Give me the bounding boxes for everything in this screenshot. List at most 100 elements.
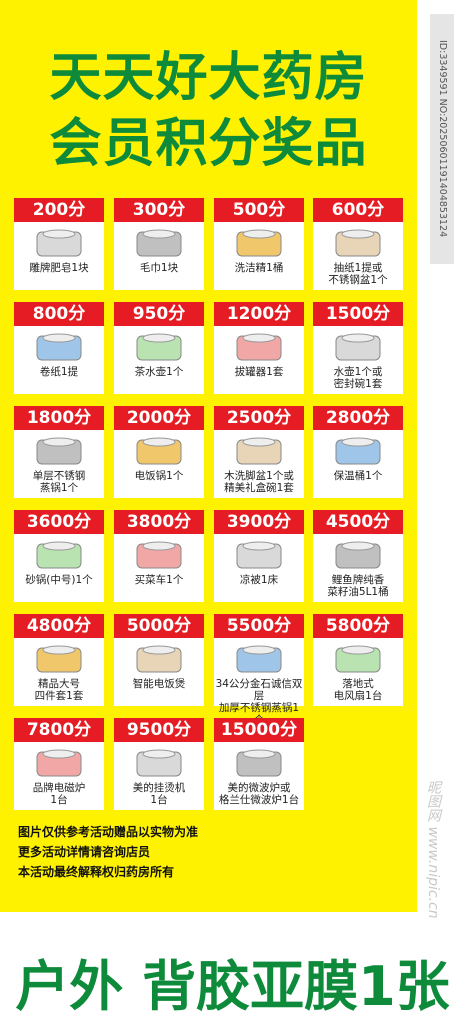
- prize-name: 茶水壶1个: [134, 366, 184, 378]
- prize-card: 500分洗洁精1桶: [214, 198, 304, 290]
- prize-name: 精品大号 四件套1套: [34, 678, 84, 702]
- poster-board: 天天好大药房 会员积分奖品 200分 雕牌肥皂1块 300分 毛巾1块 500分 洗洁精1…: [0, 0, 417, 912]
- prize-card: 3600分砂锅(中号)1个: [14, 510, 104, 602]
- image-id-label: ID:3349591 NO:20250601191404853124: [430, 14, 454, 264]
- points-badge: 300分: [114, 198, 204, 222]
- rice-cooker-icon: [129, 434, 189, 468]
- prize-name: 品牌电磁炉 1台: [32, 782, 86, 806]
- points-badge: 15000分: [214, 718, 304, 742]
- prize-name: 美的微波炉或 格兰仕微波炉1台: [218, 782, 300, 806]
- steamer-pot-icon: [29, 434, 89, 468]
- points-badge: 500分: [214, 198, 304, 222]
- prize-card: 5800分落地式 电风扇1台: [313, 614, 403, 706]
- insulated-bucket-icon: [328, 434, 388, 468]
- quilt-icon: [229, 538, 289, 572]
- points-badge: 1500分: [313, 302, 403, 326]
- prize-name: 凉被1床: [239, 574, 279, 586]
- garment-steamer-icon: [129, 746, 189, 780]
- watermark-text: 昵图网 www.nipic.cn: [425, 780, 441, 919]
- prize-card: 800分卷纸1提: [14, 302, 104, 394]
- points-badge: 200分: [14, 198, 104, 222]
- prize-name: 保温桶1个: [333, 470, 383, 482]
- prize-name: 砂锅(中号)1个: [25, 574, 93, 586]
- prize-name: 雕牌肥皂1块: [29, 262, 89, 274]
- smart-cooker-icon: [129, 642, 189, 676]
- casserole-icon: [29, 538, 89, 572]
- floor-fan-icon: [328, 642, 388, 676]
- prize-card: 5500分34公分金石诚信双层 加厚不锈钢蒸锅1个: [214, 614, 304, 726]
- points-badge: 1200分: [214, 302, 304, 326]
- foot-basin-icon: [229, 434, 289, 468]
- prize-card: 9500分美的挂烫机 1台: [114, 718, 204, 810]
- prize-card: 1500分水壶1个或 密封碗1套: [313, 302, 403, 394]
- oil-bottle-icon: [328, 538, 388, 572]
- points-badge: 1800分: [14, 406, 104, 430]
- note-line: 图片仅供参考活动赠品以实物为准: [18, 825, 199, 839]
- points-badge: 2800分: [313, 406, 403, 430]
- prize-name: 抽纸1提或 不锈钢盆1个: [328, 262, 388, 286]
- prize-name: 水壶1个或 密封碗1套: [333, 366, 383, 390]
- prize-name: 卷纸1提: [39, 366, 79, 378]
- points-badge: 5500分: [214, 614, 304, 638]
- prize-name: 落地式 电风扇1台: [333, 678, 383, 702]
- points-badge: 4500分: [313, 510, 403, 534]
- prize-name: 拔罐器1套: [234, 366, 284, 378]
- prize-card: 4800分精品大号 四件套1套: [14, 614, 104, 706]
- points-badge: 950分: [114, 302, 204, 326]
- points-badge: 5800分: [313, 614, 403, 638]
- prize-list-title: 会员积分奖品: [49, 114, 368, 174]
- shopping-cart-icon: [129, 538, 189, 572]
- print-spec-footer: 户外 背胶亚膜1张: [15, 955, 450, 1018]
- prize-name: 单层不锈钢 蒸锅1个: [32, 470, 86, 494]
- prize-card: 3800分买菜车1个: [114, 510, 204, 602]
- prize-card: 1200分拔罐器1套: [214, 302, 304, 394]
- points-badge: 9500分: [114, 718, 204, 742]
- tea-kettle-icon: [129, 330, 189, 364]
- tissue-basin-icon: [328, 226, 388, 260]
- detergent-bottle-icon: [229, 226, 289, 260]
- points-badge: 2500分: [214, 406, 304, 430]
- notes-block: 图片仅供参考活动赠品以实物为准 更多活动详情请咨询店员 本活动最终解释权归药房所…: [18, 822, 408, 882]
- prize-card: 1800分单层不锈钢 蒸锅1个: [14, 406, 104, 498]
- prize-card: 4500分鲤鱼牌纯香 菜籽油5L1桶: [313, 510, 403, 602]
- points-badge: 2000分: [114, 406, 204, 430]
- microwave-icon: [229, 746, 289, 780]
- kettle-bowl-icon: [328, 330, 388, 364]
- points-badge: 600分: [313, 198, 403, 222]
- prize-name: 鲤鱼牌纯香 菜籽油5L1桶: [327, 574, 389, 598]
- prize-name: 木洗脚盆1个或 精美礼盒碗1套: [224, 470, 294, 494]
- prize-card: 2500分木洗脚盆1个或 精美礼盒碗1套: [214, 406, 304, 498]
- prize-card: 3900分凉被1床: [214, 510, 304, 602]
- prize-name: 毛巾1块: [139, 262, 179, 274]
- note-line: 本活动最终解释权归药房所有: [18, 865, 175, 879]
- points-badge: 3800分: [114, 510, 204, 534]
- cupping-set-icon: [229, 330, 289, 364]
- soap-icon: [29, 226, 89, 260]
- prize-card: 5000分智能电饭煲: [114, 614, 204, 706]
- prize-name: 买菜车1个: [134, 574, 184, 586]
- points-badge: 4800分: [14, 614, 104, 638]
- prize-name: 智能电饭煲: [132, 678, 186, 690]
- towel-icon: [129, 226, 189, 260]
- prize-name: 洗洁精1桶: [234, 262, 284, 274]
- double-steamer-icon: [229, 642, 289, 676]
- points-badge: 800分: [14, 302, 104, 326]
- prize-card: 2000分电饭锅1个: [114, 406, 204, 498]
- prize-card: 7800分品牌电磁炉 1台: [14, 718, 104, 810]
- points-badge: 7800分: [14, 718, 104, 742]
- note-line: 更多活动详情请咨询店员: [18, 845, 151, 859]
- points-badge: 5000分: [114, 614, 204, 638]
- prize-card: 300分毛巾1块: [114, 198, 204, 290]
- bedding-set-icon: [29, 642, 89, 676]
- prize-card: 2800分保温桶1个: [313, 406, 403, 498]
- induction-cooker-icon: [29, 746, 89, 780]
- prize-name: 电饭锅1个: [134, 470, 184, 482]
- points-badge: 3900分: [214, 510, 304, 534]
- prize-name: 美的挂烫机 1台: [132, 782, 186, 806]
- points-badge: 3600分: [14, 510, 104, 534]
- prize-card: 950分茶水壶1个: [114, 302, 204, 394]
- toilet-roll-icon: [29, 330, 89, 364]
- prize-card: 600分抽纸1提或 不锈钢盆1个: [313, 198, 403, 290]
- prize-card: 200分雕牌肥皂1块: [14, 198, 104, 290]
- prize-card: 15000分 美的微波炉或 格兰仕微波炉1台: [214, 718, 304, 810]
